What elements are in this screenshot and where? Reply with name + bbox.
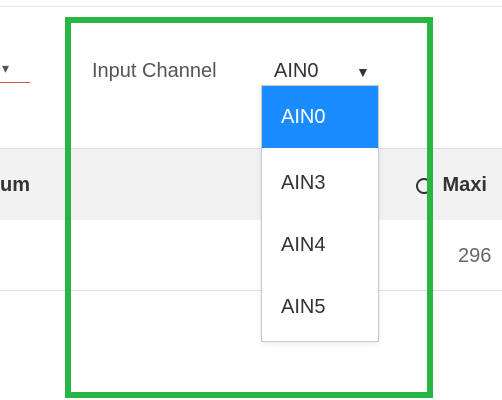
left-filter-dropdown[interactable]: ▾	[0, 54, 30, 94]
info-circle-icon[interactable]	[416, 178, 432, 194]
dropdown-option-ain5[interactable]: AIN5	[262, 276, 378, 338]
channel-dropdown-menu: AIN0 AIN3 AIN4 AIN5	[261, 85, 379, 342]
top-divider	[0, 6, 502, 7]
input-channel-label: Input Channel	[92, 60, 217, 82]
column-header-minimum: um	[0, 174, 30, 196]
dropdown-option-label: AIN3	[281, 172, 326, 194]
dropdown-option-ain0[interactable]: AIN0	[262, 86, 378, 148]
table-row	[0, 220, 502, 291]
column-header-maximum: Maxi	[442, 174, 487, 196]
input-channel-value: AIN0	[274, 60, 319, 82]
dropdown-option-label: AIN5	[281, 296, 326, 318]
input-channel-select[interactable]: AIN0 ▼	[262, 54, 380, 86]
left-filter-underline	[0, 82, 30, 83]
dropdown-option-label: AIN4	[281, 234, 326, 256]
dropdown-option-label: AIN0	[281, 106, 326, 128]
column-header-maximum-group: Maxi	[416, 172, 487, 198]
cell-maximum-value: 296	[458, 245, 492, 267]
dropdown-option-ain3[interactable]: AIN3	[262, 152, 378, 214]
chevron-down-icon: ▾	[2, 60, 10, 76]
dropdown-option-ain4[interactable]: AIN4	[262, 214, 378, 276]
chevron-down-icon: ▼	[356, 64, 370, 80]
